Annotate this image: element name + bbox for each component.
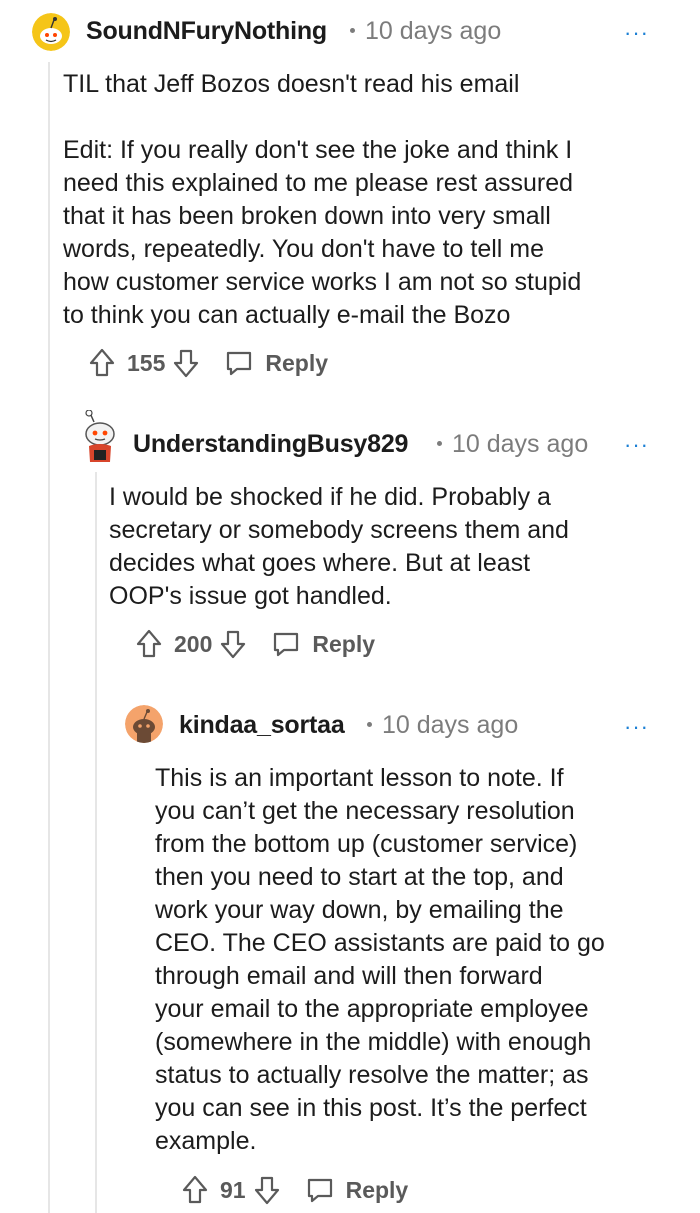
avatar[interactable]: [80, 409, 120, 466]
vote-score: 155: [127, 349, 166, 376]
comment-body: This is an important lesson to note. If …: [155, 764, 605, 1155]
timestamp: 10 days ago: [437, 430, 588, 459]
upvote-icon[interactable]: [136, 629, 162, 659]
thread-line-level-0[interactable]: [48, 62, 50, 1213]
reply-button[interactable]: Reply: [312, 631, 375, 658]
separator-dot: [350, 27, 355, 33]
reply-button[interactable]: Reply: [346, 1177, 409, 1204]
timestamp: 10 days ago: [350, 17, 501, 46]
snoo-avatar-icon: [125, 705, 163, 743]
downvote-icon[interactable]: [173, 348, 199, 378]
reply-button[interactable]: Reply: [265, 350, 328, 377]
comment-body: TIL that Jeff Bozos doesn't read his ema…: [63, 70, 582, 329]
upvote-icon[interactable]: [182, 1175, 208, 1205]
more-options-button[interactable]: ···: [624, 434, 649, 456]
vote-score: 91: [220, 1176, 246, 1203]
avatar[interactable]: [125, 705, 163, 743]
avatar[interactable]: [32, 13, 70, 51]
time-label: 10 days ago: [382, 711, 519, 739]
upvote-icon[interactable]: [89, 348, 115, 378]
username[interactable]: kindaa_sortaa: [179, 711, 345, 740]
time-label: 10 days ago: [452, 430, 589, 458]
separator-dot: [437, 440, 442, 446]
snoo-avatar-icon: [85, 409, 115, 462]
username[interactable]: SoundNFuryNothing: [86, 17, 327, 46]
comment-body: I would be shocked if he did. Probably a…: [109, 483, 569, 610]
reply-bubble-icon[interactable]: [306, 1176, 334, 1204]
snoo-avatar-icon: [32, 13, 70, 51]
downvote-icon[interactable]: [220, 629, 246, 659]
comment-actions: 91 Reply: [182, 1170, 408, 1210]
time-label: 10 days ago: [365, 17, 502, 45]
comment-actions: 200 Reply: [136, 624, 375, 664]
more-options-button[interactable]: ···: [624, 22, 649, 44]
more-options-button[interactable]: ···: [624, 716, 649, 738]
timestamp: 10 days ago: [367, 711, 518, 740]
downvote-icon[interactable]: [254, 1175, 280, 1205]
thread-line-level-1[interactable]: [95, 472, 97, 1213]
vote-score: 200: [174, 630, 213, 657]
separator-dot: [367, 721, 372, 727]
reply-bubble-icon[interactable]: [225, 349, 253, 377]
comment-actions: 155 Reply: [89, 343, 328, 383]
username[interactable]: UnderstandingBusy829: [133, 430, 408, 459]
reply-bubble-icon[interactable]: [272, 630, 300, 658]
